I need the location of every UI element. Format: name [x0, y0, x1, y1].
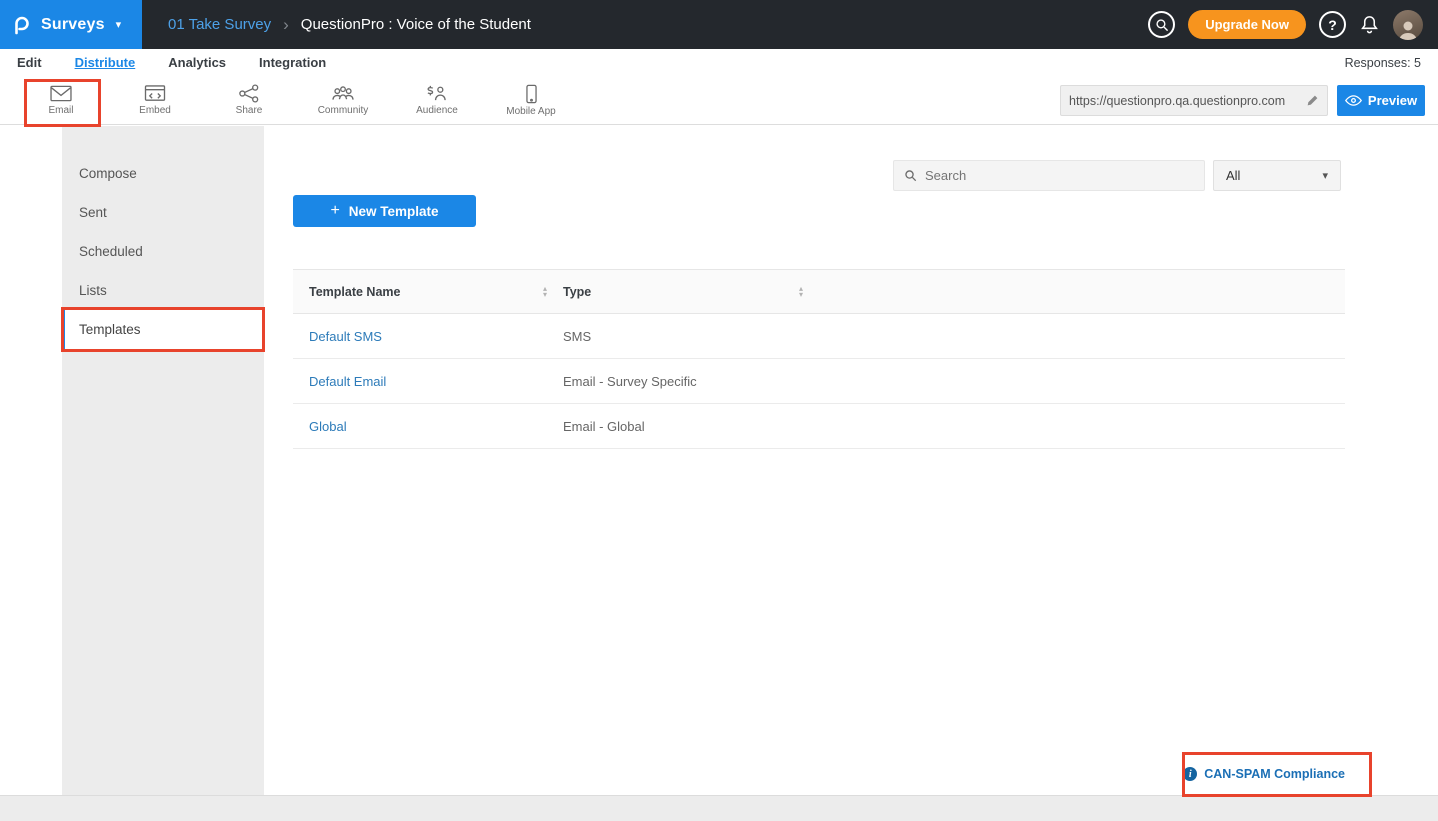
can-spam-label: CAN-SPAM Compliance — [1204, 767, 1345, 781]
toolbar-item-label: Community — [318, 105, 369, 116]
responses-count[interactable]: Responses: 5 — [1345, 56, 1421, 70]
preview-label: Preview — [1368, 93, 1417, 108]
breadcrumb-page-title: QuestionPro : Voice of the Student — [301, 16, 531, 33]
templates-table-header: Template Name ▴▾ Type ▴▾ — [293, 269, 1345, 314]
user-avatar[interactable] — [1393, 10, 1423, 40]
template-name-link[interactable]: Default Email — [309, 374, 547, 389]
topbar: Surveys ▾ 01 Take Survey › QuestionPro :… — [0, 0, 1438, 49]
mobile-app-icon — [525, 84, 538, 104]
new-template-button[interactable]: + New Template — [293, 195, 476, 227]
help-button[interactable]: ? — [1319, 11, 1346, 38]
notifications-bell-icon[interactable] — [1359, 14, 1380, 35]
template-search-box — [893, 160, 1205, 191]
toolbar-item-embed[interactable]: Embed — [108, 84, 202, 116]
template-type-value: Email - Survey Specific — [563, 374, 697, 389]
toolbar-item-share[interactable]: Share — [202, 84, 296, 116]
share-icon — [237, 84, 261, 103]
sidebar-item-compose[interactable]: Compose — [62, 154, 264, 193]
table-row: Global Email - Global — [293, 404, 1345, 449]
template-search-input[interactable] — [925, 168, 1194, 183]
product-name: Surveys — [41, 16, 105, 34]
product-switcher[interactable]: Surveys ▾ — [0, 0, 142, 49]
topbar-actions: Upgrade Now ? — [1148, 10, 1438, 40]
sort-icon-template-name[interactable]: ▴▾ — [543, 286, 547, 298]
toolbar-item-email[interactable]: Email — [14, 84, 108, 116]
templates-panel: All ▾ + New Template Template Name ▴▾ Ty… — [264, 126, 1438, 795]
eye-icon — [1345, 95, 1362, 106]
questionpro-logo-icon — [12, 15, 32, 35]
toolbar-item-label: Audience — [416, 105, 458, 116]
tab-analytics[interactable]: Analytics — [168, 55, 226, 70]
toolbar-item-community[interactable]: Community — [296, 84, 390, 116]
info-icon: i — [1183, 767, 1197, 781]
toolbar-item-audience[interactable]: Audience — [390, 84, 484, 116]
chevron-down-icon: ▾ — [116, 18, 122, 31]
toolbar-item-label: Email — [48, 105, 73, 116]
column-header-template-name: Template Name — [309, 285, 400, 299]
toolbar-item-label: Share — [236, 105, 263, 116]
sidebar-item-templates[interactable]: Templates — [62, 310, 264, 349]
toolbar-item-label: Embed — [139, 105, 171, 116]
filter-selected-value: All — [1226, 168, 1240, 183]
sort-icon-type[interactable]: ▴▾ — [799, 286, 803, 298]
distribute-toolbar: Email Embed Share Community Audience Mob… — [0, 76, 1438, 125]
tab-distribute[interactable]: Distribute — [75, 55, 136, 70]
template-type-value: SMS — [563, 329, 591, 344]
search-icon — [904, 169, 917, 182]
can-spam-compliance-link[interactable]: i CAN-SPAM Compliance — [1183, 767, 1345, 781]
breadcrumb-survey-name[interactable]: 01 Take Survey — [168, 16, 271, 33]
survey-url-box — [1060, 85, 1328, 116]
column-header-type: Type — [563, 285, 591, 299]
templates-table: Template Name ▴▾ Type ▴▾ Default SMS SMS… — [293, 269, 1345, 449]
sidebar-item-scheduled[interactable]: Scheduled — [62, 232, 264, 271]
toolbar-item-label: Mobile App — [506, 106, 555, 117]
search-icon[interactable] — [1148, 11, 1175, 38]
table-row: Default SMS SMS — [293, 314, 1345, 359]
survey-url-input[interactable] — [1069, 94, 1300, 108]
footer-strip — [0, 795, 1438, 821]
template-name-link[interactable]: Global — [309, 419, 547, 434]
survey-nav: Edit Distribute Analytics Integration Re… — [0, 49, 1438, 76]
upgrade-now-button[interactable]: Upgrade Now — [1188, 10, 1306, 39]
table-row: Default Email Email - Survey Specific — [293, 359, 1345, 404]
template-name-link[interactable]: Default SMS — [309, 329, 547, 344]
email-icon — [49, 84, 73, 103]
sidebar-item-sent[interactable]: Sent — [62, 193, 264, 232]
edit-url-pencil-icon[interactable] — [1306, 94, 1319, 107]
new-template-label: New Template — [349, 204, 439, 219]
chevron-right-icon: › — [283, 15, 289, 35]
chevron-down-icon: ▾ — [1322, 169, 1328, 182]
template-type-filter[interactable]: All ▾ — [1213, 160, 1341, 191]
plus-icon: + — [330, 202, 339, 220]
template-type-value: Email - Global — [563, 419, 645, 434]
sidebar-item-lists[interactable]: Lists — [62, 271, 264, 310]
email-sidebar: Compose Sent Scheduled Lists Templates — [62, 126, 264, 795]
audience-icon — [424, 84, 450, 103]
tab-edit[interactable]: Edit — [17, 55, 42, 70]
preview-button[interactable]: Preview — [1337, 85, 1425, 116]
breadcrumb: 01 Take Survey › QuestionPro : Voice of … — [168, 15, 531, 35]
embed-icon — [143, 84, 167, 103]
nav-tabs: Edit Distribute Analytics Integration — [17, 55, 326, 70]
community-icon — [330, 84, 356, 103]
toolbar-item-mobile-app[interactable]: Mobile App — [484, 84, 578, 117]
tab-integration[interactable]: Integration — [259, 55, 326, 70]
